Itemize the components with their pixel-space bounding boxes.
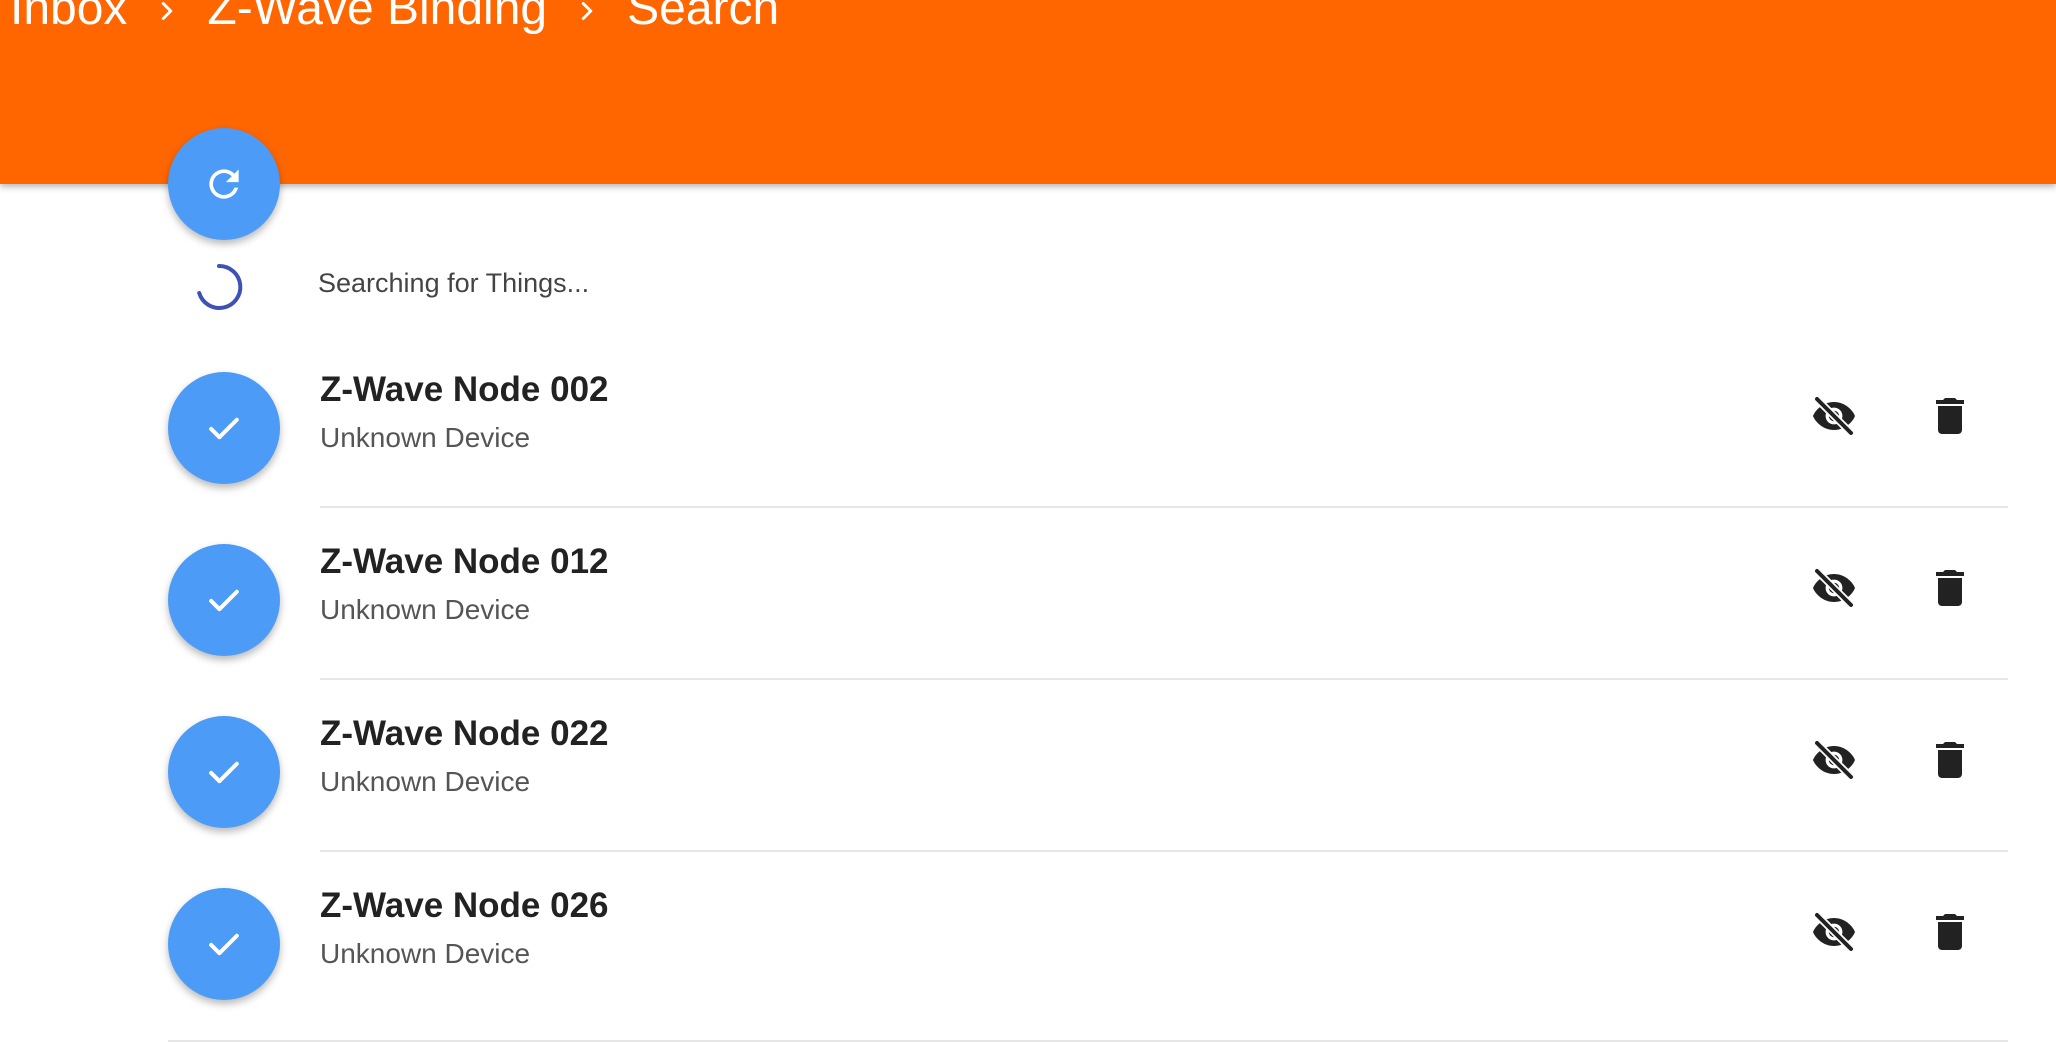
visibility-off-icon <box>1813 567 1855 609</box>
breadcrumb-inbox[interactable]: Inbox <box>10 0 127 36</box>
trash-icon <box>1936 914 1964 950</box>
thing-title: Z-Wave Node 002 <box>320 370 609 409</box>
thing-row: Z-Wave Node 026 Unknown Device <box>0 852 2056 1024</box>
loading-spinner-icon <box>197 263 243 310</box>
visibility-off-icon <box>1813 739 1855 781</box>
thing-subtitle: Unknown Device <box>320 938 531 969</box>
refresh-button[interactable] <box>168 128 280 240</box>
visibility-off-icon <box>1813 395 1855 437</box>
thing-row: Z-Wave Node 012 Unknown Device <box>0 508 2056 680</box>
chevron-right-icon <box>127 0 207 36</box>
thing-title: Z-Wave Node 026 <box>320 886 609 925</box>
refresh-icon <box>209 169 239 199</box>
breadcrumb-zwave-binding[interactable]: Z-Wave Binding <box>207 0 547 36</box>
delete-button[interactable] <box>1920 902 1980 962</box>
visibility-off-icon <box>1813 911 1855 953</box>
delete-button[interactable] <box>1920 386 1980 446</box>
thing-row: Z-Wave Node 022 Unknown Device <box>0 680 2056 852</box>
delete-button[interactable] <box>1920 730 1980 790</box>
check-icon <box>209 933 239 956</box>
approve-button[interactable] <box>168 544 280 656</box>
ignore-button[interactable] <box>1804 386 1864 446</box>
ignore-button[interactable] <box>1804 902 1864 962</box>
thing-subtitle: Unknown Device <box>320 422 531 453</box>
approve-button[interactable] <box>168 888 280 1000</box>
search-status-text: Searching for Things... <box>318 268 590 298</box>
trash-icon <box>1936 742 1964 778</box>
thing-title: Z-Wave Node 022 <box>320 714 609 753</box>
chevron-right-icon <box>547 0 627 36</box>
trash-icon <box>1936 570 1964 606</box>
approve-button[interactable] <box>168 372 280 484</box>
breadcrumb-search: Search <box>627 0 780 35</box>
thing-title: Z-Wave Node 012 <box>320 542 609 581</box>
approve-button[interactable] <box>168 716 280 828</box>
thing-row: Z-Wave Node 002 Unknown Device <box>0 336 2056 508</box>
check-icon <box>209 589 239 612</box>
ignore-button[interactable] <box>1804 730 1864 790</box>
thing-subtitle: Unknown Device <box>320 594 531 625</box>
thing-subtitle: Unknown Device <box>320 766 531 797</box>
app-header: Inbox Z-Wave Binding Search <box>0 0 2056 184</box>
check-icon <box>209 417 239 440</box>
trash-icon <box>1936 398 1964 434</box>
check-icon <box>209 761 239 784</box>
breadcrumb: Inbox Z-Wave Binding Search <box>10 0 779 38</box>
ignore-button[interactable] <box>1804 558 1864 618</box>
delete-button[interactable] <box>1920 558 1980 618</box>
